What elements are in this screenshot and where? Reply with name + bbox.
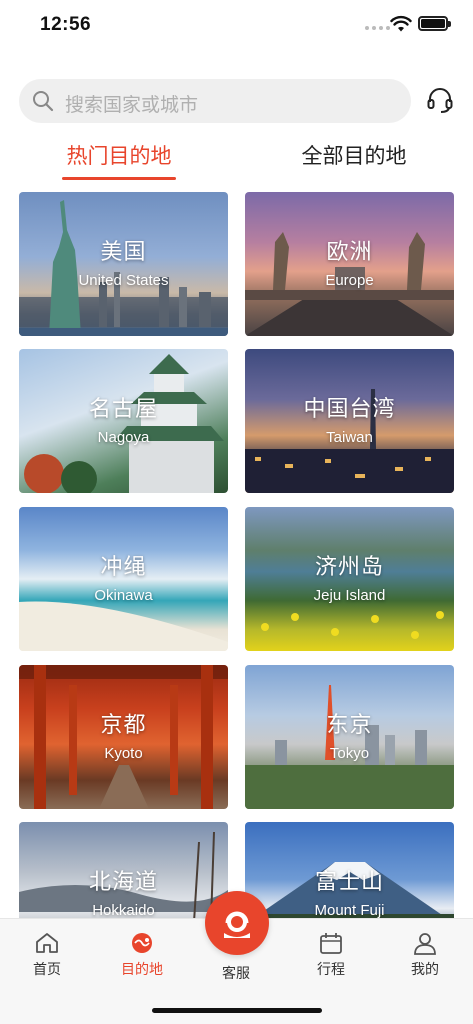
profile-icon [414,933,436,955]
destination-name-en: United States [78,272,169,289]
destination-name: 冲绳 [100,554,147,579]
destination-name: 北海道 [88,869,158,894]
home-indicator [152,1008,322,1013]
nav-label: 行程 [317,961,345,977]
tab-all-destinations[interactable]: 全部目的地 [298,140,410,180]
headset-icon[interactable] [426,87,454,115]
destination-name: 美国 [100,239,147,264]
nav-profile[interactable]: 我的 [395,931,455,979]
customer-service-button[interactable] [205,891,269,955]
customer-service-icon [224,911,250,938]
destination-name: 富士山 [314,869,384,894]
destination-name-en: Tokyo [329,745,370,762]
nav-label: 首页 [33,961,61,977]
destination-name: 东京 [326,712,373,737]
cellular-signal-icon [365,26,390,30]
destination-name-en: Okinawa [94,587,153,604]
destination-icon [132,933,152,953]
nav-label: 目的地 [121,961,163,977]
destination-card-united-states[interactable]: 美国 United States [19,192,228,336]
battery-icon [418,16,451,31]
destination-name: 欧洲 [326,239,373,264]
destination-name: 京都 [100,712,147,737]
nav-customer-service[interactable]: 客服 [206,963,266,983]
search-icon [33,91,54,112]
nav-label: 客服 [222,965,250,981]
search-placeholder: 搜索国家或城市 [65,95,199,116]
nav-label: 我的 [411,961,439,977]
destination-card-kyoto[interactable]: 京都 Kyoto [19,665,228,809]
nav-destinations[interactable]: 目的地 [112,931,172,979]
destination-name-en: Taiwan [326,429,373,446]
destination-name: 名古屋 [88,396,158,421]
destination-card-europe[interactable]: 欧洲 Europe [245,192,454,336]
destination-name-en: Nagoya [97,429,150,446]
destination-card-taiwan[interactable]: 中国台湾 Taiwan [245,349,454,493]
destination-card-jeju-island[interactable]: 济州岛 Jeju Island [245,507,454,651]
home-icon [36,933,58,953]
nav-trips[interactable]: 行程 [301,931,361,979]
destination-card-tokyo[interactable]: 东京 Tokyo [245,665,454,809]
calendar-icon [320,933,342,954]
search-input[interactable]: 搜索国家或城市 [19,79,411,123]
status-time: 12:56 [40,14,92,35]
destination-name: 济州岛 [314,554,384,579]
destination-name: 中国台湾 [303,396,396,421]
destination-name-en: Mount Fuji [314,902,385,919]
destination-name-en: Hokkaido [92,902,155,919]
nav-home[interactable]: 首页 [17,931,77,979]
destination-name-en: Europe [325,272,374,289]
status-bar: 12:56 [0,0,473,50]
destination-name-en: Jeju Island [313,587,386,604]
destination-card-okinawa[interactable]: 冲绳 Okinawa [19,507,228,651]
destination-card-nagoya[interactable]: 名古屋 Nagoya [19,349,228,493]
tab-hot-destinations[interactable]: 热门目的地 [62,140,176,180]
wifi-icon [390,15,412,32]
destination-name-en: Kyoto [104,745,143,762]
